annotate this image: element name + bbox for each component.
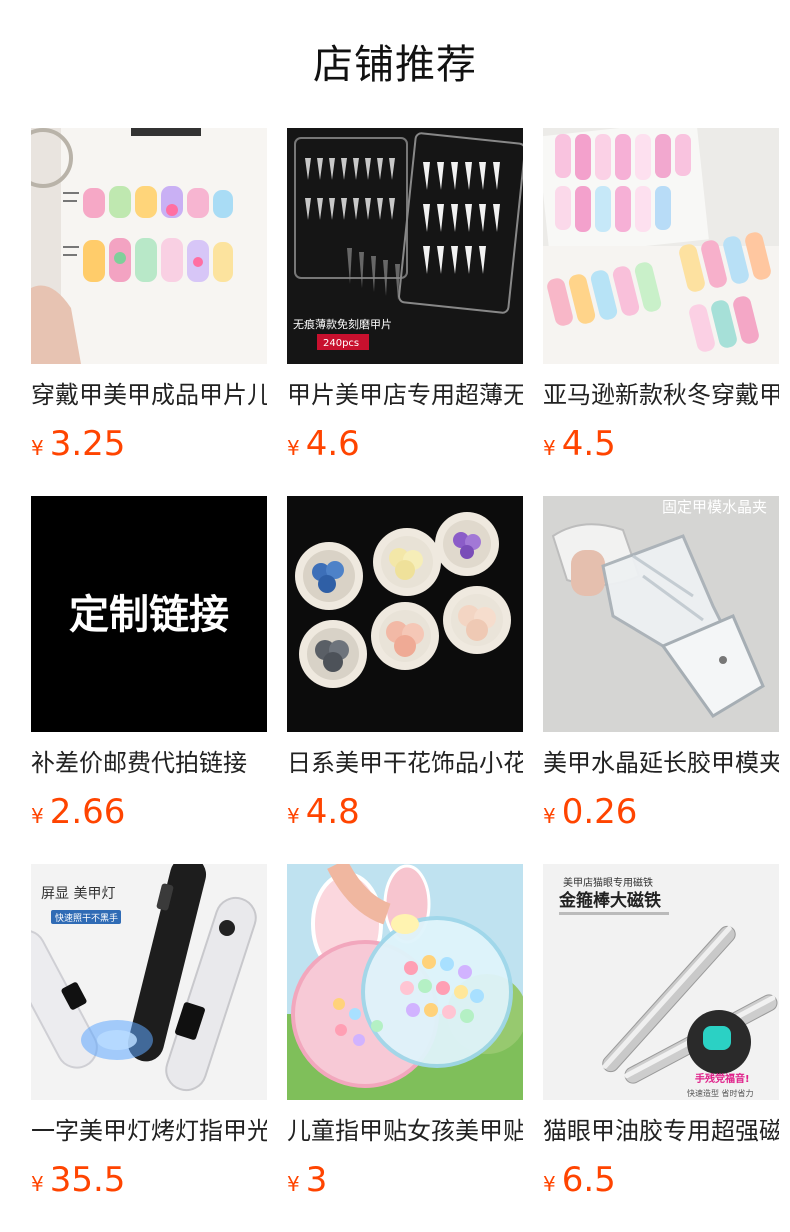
product-name[interactable]: 亚马逊新款秋冬穿戴甲成品 xyxy=(543,378,779,412)
product-card[interactable]: 日系美甲干花饰品小花朵 ¥4.8 xyxy=(287,496,523,834)
currency-symbol: ¥ xyxy=(31,1172,44,1196)
price-amount: 4.6 xyxy=(305,424,360,464)
product-image-dried-flowers[interactable] xyxy=(287,496,523,732)
product-price: ¥3.25 xyxy=(31,422,267,466)
price-amount: 4.8 xyxy=(305,792,360,832)
price-amount: 4.5 xyxy=(561,424,616,464)
product-price: ¥35.5 xyxy=(31,1158,267,1202)
overlay-tagline: 手残党福音! xyxy=(695,1072,750,1085)
product-price: ¥4.5 xyxy=(543,422,779,466)
overlay-badge: 快速照干不黑手 xyxy=(55,912,118,924)
product-price: ¥6.5 xyxy=(543,1158,779,1202)
product-name[interactable]: 一字美甲灯烤灯指甲光疗灯 xyxy=(31,1114,267,1148)
overlay-headline: 金箍棒大磁铁 xyxy=(558,890,661,911)
overlay-badge: 240pcs xyxy=(323,338,359,349)
product-name[interactable]: 猫眼甲油胶专用超强磁铁 xyxy=(543,1114,779,1148)
product-image-nail-stickers[interactable] xyxy=(287,864,523,1100)
product-card[interactable]: 亚马逊新款秋冬穿戴甲成品 ¥4.5 xyxy=(543,128,779,466)
currency-symbol: ¥ xyxy=(31,436,44,460)
currency-symbol: ¥ xyxy=(31,804,44,828)
price-amount: 3 xyxy=(305,1160,328,1200)
product-price: ¥4.8 xyxy=(287,790,523,834)
product-card[interactable]: 穿戴甲美甲成品甲片儿童可爱 ¥3.25 xyxy=(31,128,267,466)
product-image-colorful-nails[interactable] xyxy=(543,128,779,364)
overlay-caption: 屏显 美甲灯 xyxy=(41,886,115,902)
overlay-caption: 固定甲模水晶夹 xyxy=(662,498,767,516)
product-image-custom-link[interactable]: 定制链接 xyxy=(31,496,267,732)
product-card[interactable]: 定制链接 补差价邮费代拍链接 ¥2.66 xyxy=(31,496,267,834)
product-image-kids-nails[interactable] xyxy=(31,128,267,364)
currency-symbol: ¥ xyxy=(543,1172,556,1196)
product-price: ¥0.26 xyxy=(543,790,779,834)
currency-symbol: ¥ xyxy=(287,436,300,460)
currency-symbol: ¥ xyxy=(287,1172,300,1196)
product-card[interactable]: 儿童指甲贴女孩美甲贴纸 ¥3 xyxy=(287,864,523,1202)
product-name[interactable]: 日系美甲干花饰品小花朵 xyxy=(287,746,523,780)
overlay-caption: 无痕薄款免刻磨甲片 xyxy=(293,317,392,331)
product-card[interactable]: 固定甲模水晶夹 美甲水晶延长胶甲模夹子 ¥0.26 xyxy=(543,496,779,834)
overlay-caption: 美甲店猫眼专用磁铁 xyxy=(563,876,653,889)
product-name[interactable]: 穿戴甲美甲成品甲片儿童可爱 xyxy=(31,378,267,412)
price-amount: 0.26 xyxy=(561,792,638,832)
price-amount: 35.5 xyxy=(49,1160,126,1200)
product-card[interactable]: 屏显 美甲灯 快速照干不黑手 一字美甲灯烤灯指甲光疗灯 ¥35.5 xyxy=(31,864,267,1202)
currency-symbol: ¥ xyxy=(543,436,556,460)
price-amount: 2.66 xyxy=(49,792,126,832)
overlay-caption: 定制链接 xyxy=(69,592,229,638)
product-card[interactable]: 无痕薄款免刻磨甲片 240pcs 甲片美甲店专用超薄无痕免刻磨 ¥4.6 xyxy=(287,128,523,466)
product-image-nail-tips[interactable]: 无痕薄款免刻磨甲片 240pcs xyxy=(287,128,523,364)
product-price: ¥3 xyxy=(287,1158,523,1202)
product-image-crystal-clip[interactable]: 固定甲模水晶夹 xyxy=(543,496,779,732)
product-name[interactable]: 补差价邮费代拍链接 xyxy=(31,746,267,780)
product-price: ¥2.66 xyxy=(31,790,267,834)
price-amount: 6.5 xyxy=(561,1160,616,1200)
product-name[interactable]: 儿童指甲贴女孩美甲贴纸 xyxy=(287,1114,523,1148)
product-price: ¥4.6 xyxy=(287,422,523,466)
product-card[interactable]: 美甲店猫眼专用磁铁 金箍棒大磁铁 手残党福音! 快速造型 省时省力 猫眼甲油胶专… xyxy=(543,864,779,1202)
product-image-magnet-stick[interactable]: 美甲店猫眼专用磁铁 金箍棒大磁铁 手残党福音! 快速造型 省时省力 xyxy=(543,864,779,1100)
product-name[interactable]: 美甲水晶延长胶甲模夹子 xyxy=(543,746,779,780)
product-name[interactable]: 甲片美甲店专用超薄无痕免刻磨 xyxy=(287,378,523,412)
currency-symbol: ¥ xyxy=(543,804,556,828)
price-amount: 3.25 xyxy=(49,424,126,464)
product-grid: 穿戴甲美甲成品甲片儿童可爱 ¥3.25 xyxy=(0,0,790,1232)
currency-symbol: ¥ xyxy=(287,804,300,828)
product-image-uv-lamp[interactable]: 屏显 美甲灯 快速照干不黑手 xyxy=(31,864,267,1100)
overlay-subtagline: 快速造型 省时省力 xyxy=(687,1088,754,1098)
